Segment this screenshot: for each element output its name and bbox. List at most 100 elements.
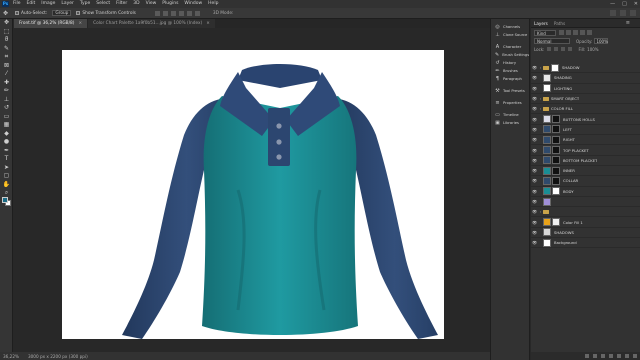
align-middle-icon[interactable] [186, 10, 192, 16]
layer-mask-thumbnail[interactable] [552, 146, 560, 155]
menu-image[interactable]: Image [41, 0, 55, 8]
layer-mask-thumbnail[interactable] [552, 115, 560, 124]
visibility-eye-icon[interactable]: 👁 [531, 230, 538, 235]
layer-thumbnail[interactable] [543, 135, 551, 144]
layer-row[interactable]: 👁 LEFT [531, 125, 640, 136]
opacity-input[interactable]: 100% [594, 38, 609, 44]
auto-select-checkbox[interactable] [15, 11, 19, 15]
shape-filter-icon[interactable] [580, 30, 585, 35]
close-tab-icon[interactable]: × [78, 21, 82, 26]
adjustment-layer-icon[interactable] [609, 354, 613, 358]
visibility-eye-icon[interactable]: 👁 [531, 117, 538, 122]
align-right-icon[interactable] [170, 10, 176, 16]
move-tool-icon[interactable]: ✥ [0, 19, 13, 28]
layer-mask-thumbnail[interactable] [552, 135, 560, 144]
layer-name[interactable]: COLOR FILL [551, 106, 573, 111]
layer-style-icon[interactable] [593, 354, 597, 358]
pixel-filter-icon[interactable] [559, 30, 564, 35]
lock-all-icon[interactable] [568, 47, 573, 51]
panel-menu-icon[interactable]: ≡ [626, 20, 630, 26]
menu-help[interactable]: Help [208, 0, 218, 8]
menu-filter[interactable]: Filter [116, 0, 127, 8]
visibility-eye-icon[interactable]: 👁 [531, 75, 538, 80]
visibility-eye-icon[interactable]: 👁 [531, 209, 538, 214]
maximize-button[interactable]: □ [622, 1, 627, 7]
layer-name[interactable]: Color Fill 1 [563, 220, 583, 225]
panel-paragraph[interactable]: ¶ Paragraph [491, 75, 529, 83]
layer-row[interactable]: 👁 › SMART OBJECT [531, 94, 640, 105]
layer-name[interactable]: BUTTONS HOLLS [563, 117, 595, 122]
visibility-eye-icon[interactable]: 👁 [531, 199, 538, 204]
menu-select[interactable]: Select [96, 0, 110, 8]
add-mask-icon[interactable] [601, 354, 605, 358]
panel-channels[interactable]: ◎ Channels [491, 23, 529, 31]
layer-row[interactable]: 👁 Background [531, 238, 640, 249]
eraser-tool-icon[interactable]: ▭ [0, 113, 13, 122]
layer-name[interactable]: SMART OBJECT [551, 96, 579, 101]
lock-position-icon[interactable] [561, 47, 566, 51]
layer-row[interactable]: 👁 BODY [531, 187, 640, 197]
layer-thumbnail[interactable] [551, 63, 559, 72]
layer-mask-thumbnail[interactable] [552, 176, 560, 185]
gradient-tool-icon[interactable]: ▦ [0, 121, 13, 130]
layer-row[interactable]: 👁 Color Fill 1 [531, 217, 640, 228]
layer-name[interactable]: BOTTOM PLACKET [563, 158, 597, 163]
smart-object-filter-icon[interactable] [587, 30, 592, 35]
lock-pixels-icon[interactable] [547, 47, 552, 51]
clone-stamp-tool-icon[interactable]: ⊥ [0, 96, 13, 105]
lock-paint-icon[interactable] [554, 47, 559, 51]
document-canvas[interactable] [62, 50, 444, 339]
layer-row[interactable]: 👁 RIGHT [531, 135, 640, 146]
visibility-eye-icon[interactable]: 👁 [531, 240, 538, 245]
align-bottom-icon[interactable] [194, 10, 200, 16]
layer-name[interactable]: RIGHT [563, 137, 575, 142]
visibility-eye-icon[interactable]: 👁 [531, 127, 538, 132]
layer-thumbnail[interactable] [543, 84, 551, 93]
menu-edit[interactable]: Edit [27, 0, 36, 8]
frame-tool-icon[interactable]: ⊠ [0, 62, 13, 71]
layer-row[interactable]: 👁 › COLOR FILL [531, 104, 640, 115]
crop-tool-icon[interactable]: ⌗ [0, 53, 13, 62]
panel-tool-presets[interactable]: ⚒ Tool Presets [491, 87, 529, 95]
menu-window[interactable]: Window [184, 0, 202, 8]
tab-paths[interactable]: Paths [554, 21, 565, 26]
visibility-eye-icon[interactable]: 👁 [531, 189, 538, 194]
dodge-tool-icon[interactable]: ● [0, 138, 13, 147]
filter-kind-dropdown[interactable]: Kind [534, 29, 556, 36]
layer-thumbnail[interactable] [543, 238, 551, 247]
tab-layers[interactable]: Layers [534, 21, 548, 26]
panel-brushes[interactable]: ✏ Brushes [491, 67, 529, 75]
layer-name[interactable]: LEFT [563, 127, 572, 132]
visibility-eye-icon[interactable]: 👁 [531, 168, 538, 173]
tab-color-chart[interactable]: Color Chart Palette 1a9f0b51...jpg @ 100… [88, 19, 215, 28]
layer-thumbnail[interactable] [543, 125, 551, 134]
layer-row[interactable]: 👁 TOP PLACKET [531, 145, 640, 156]
type-filter-icon[interactable] [573, 30, 578, 35]
layer-name[interactable]: BODY [563, 189, 574, 194]
align-top-icon[interactable] [178, 10, 184, 16]
shape-tool-icon[interactable]: ▢ [0, 172, 13, 181]
panel-clone-source[interactable]: ⊥ Clone Source [491, 31, 529, 39]
brush-tool-icon[interactable]: ✏ [0, 87, 13, 96]
panel-character[interactable]: A Character [491, 43, 529, 51]
layer-row[interactable]: 👁 › [531, 207, 640, 218]
layer-row[interactable]: 👁 BUTTONS HOLLS [531, 114, 640, 125]
layer-name[interactable]: SHADOWS [554, 230, 574, 235]
layer-thumbnail[interactable] [543, 228, 551, 237]
layer-row[interactable]: 👁 INNER [531, 166, 640, 177]
layer-name[interactable]: Background [554, 240, 577, 245]
quick-select-tool-icon[interactable]: ✎ [0, 45, 13, 54]
layer-thumbnail[interactable] [543, 187, 551, 196]
close-button[interactable]: ✕ [634, 1, 638, 7]
layer-row[interactable]: 👁 SHADING [531, 73, 640, 84]
visibility-eye-icon[interactable]: 👁 [531, 86, 538, 91]
menu-view[interactable]: View [146, 0, 157, 8]
visibility-eye-icon[interactable]: 👁 [531, 148, 538, 153]
canvas-workspace[interactable] [14, 28, 490, 352]
layer-thumbnail[interactable] [543, 73, 551, 82]
zoom-level[interactable]: 36,22% [3, 354, 19, 359]
layer-thumbnail[interactable] [543, 197, 551, 206]
layer-thumbnail[interactable] [543, 115, 551, 124]
visibility-eye-icon[interactable]: 👁 [531, 106, 538, 111]
layer-name[interactable]: LIGHTING [554, 86, 572, 91]
